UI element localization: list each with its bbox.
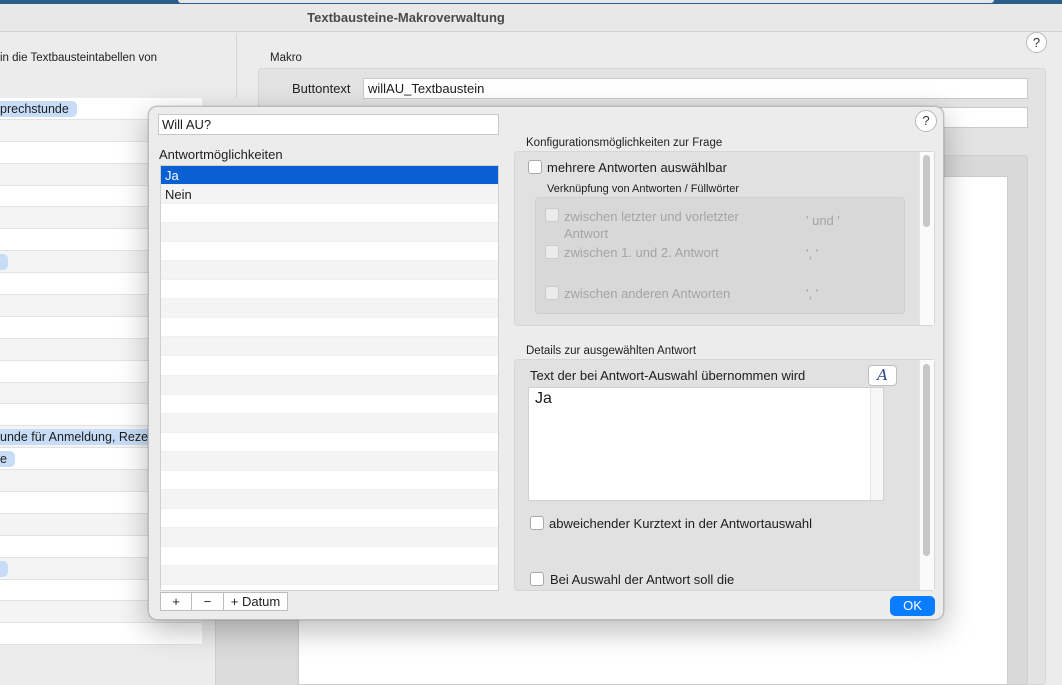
answer-empty-row[interactable]: [161, 223, 498, 243]
answer-empty-row[interactable]: [161, 261, 498, 281]
link-other-value[interactable]: ', ': [806, 286, 818, 301]
answer-text-area[interactable]: Ja: [528, 387, 884, 501]
answer-text-value: Ja: [535, 390, 552, 407]
short-text-checkbox[interactable]: [530, 516, 544, 530]
config-section-label: Konfigurationsmöglichkeiten zur Frage: [526, 137, 723, 149]
answer-empty-row[interactable]: [161, 394, 498, 414]
answers-list-buttons: + − + Datum: [160, 592, 288, 611]
link-last-checkbox[interactable]: [545, 208, 559, 222]
help-button-main[interactable]: ?: [1026, 32, 1047, 53]
table-row[interactable]: [0, 623, 202, 646]
details-section-label: Details zur ausgewählten Antwort: [526, 345, 697, 357]
answers-list[interactable]: Ja Nein: [160, 165, 499, 591]
makro-section-label: Makro: [270, 52, 302, 64]
answer-empty-row[interactable]: [161, 451, 498, 471]
category-pill: e: [0, 451, 15, 468]
window-title: Textbausteine-Makroverwaltung: [307, 10, 505, 25]
answer-empty-row[interactable]: [161, 527, 498, 547]
on-select-label: Bei Auswahl der Antwort soll die: [550, 572, 735, 587]
details-scrollbar[interactable]: [923, 364, 930, 556]
answer-empty-row[interactable]: [161, 489, 498, 509]
link-first-checkbox[interactable]: [545, 245, 559, 259]
answer-empty-row[interactable]: [161, 204, 498, 224]
link-other-checkbox[interactable]: [545, 286, 559, 300]
answer-text-scroll[interactable]: [870, 388, 883, 500]
answer-empty-row[interactable]: [161, 242, 498, 262]
category-pill: [0, 560, 8, 577]
answer-empty-row[interactable]: [161, 375, 498, 395]
link-first-value[interactable]: ', ': [806, 246, 818, 261]
tab-strip: [178, 0, 994, 3]
answer-empty-row[interactable]: [161, 413, 498, 433]
answer-text-label: Text der bei Antwort-Auswahl übernommen …: [530, 368, 806, 383]
answer-empty-row[interactable]: [161, 432, 498, 452]
multi-answer-checkbox[interactable]: [528, 160, 542, 174]
remove-answer-button[interactable]: −: [192, 593, 224, 610]
buttontext-label: Buttontext: [292, 81, 351, 96]
on-select-checkbox[interactable]: [530, 572, 544, 586]
answers-label: Antwortmöglichkeiten: [159, 147, 283, 162]
answer-empty-row[interactable]: [161, 337, 498, 357]
answer-empty-row[interactable]: [161, 508, 498, 528]
question-input[interactable]: Will AU?: [158, 114, 499, 135]
answer-item[interactable]: Ja: [161, 166, 498, 186]
left-intro-text: in die Textbausteintabellen von: [0, 52, 158, 64]
answer-empty-row[interactable]: [161, 565, 498, 586]
answer-item[interactable]: Nein: [161, 185, 498, 205]
category-pill: prechstunde: [0, 101, 77, 117]
answer-empty-row[interactable]: [161, 356, 498, 376]
config-scrollbar[interactable]: [923, 155, 930, 227]
multi-answer-label: mehrere Antworten auswählbar: [547, 160, 727, 175]
ok-button[interactable]: OK: [890, 596, 935, 616]
help-button-dialog[interactable]: ?: [915, 110, 937, 132]
add-answer-button[interactable]: +: [161, 593, 192, 610]
short-text-label: abweichender Kurztext in der Antwortausw…: [549, 516, 813, 531]
category-pill: [0, 254, 8, 271]
answer-empty-row[interactable]: [161, 318, 498, 338]
add-date-button[interactable]: + Datum: [224, 593, 287, 610]
titlebar: Textbausteine-Makroverwaltung: [0, 4, 1062, 32]
answer-empty-row[interactable]: [161, 299, 498, 319]
link-other-label: zwischen anderen Antworten: [564, 286, 731, 301]
font-icon[interactable]: A: [868, 365, 897, 386]
answer-empty-row[interactable]: [161, 470, 498, 490]
buttontext-input[interactable]: willAU_Textbaustein: [363, 78, 1028, 99]
answer-empty-row[interactable]: [161, 546, 498, 566]
category-pill: unde für Anmeldung, Reze: [0, 429, 157, 446]
link-last-value[interactable]: ' und ': [806, 213, 840, 228]
link-first-label: zwischen 1. und 2. Antwort: [564, 245, 719, 260]
answer-empty-row[interactable]: [161, 280, 498, 300]
linking-label: Verknüpfung von Antworten / Füllwörter: [547, 183, 739, 195]
link-last-label: zwischen letzter und vorletzter Antwort: [564, 209, 739, 241]
